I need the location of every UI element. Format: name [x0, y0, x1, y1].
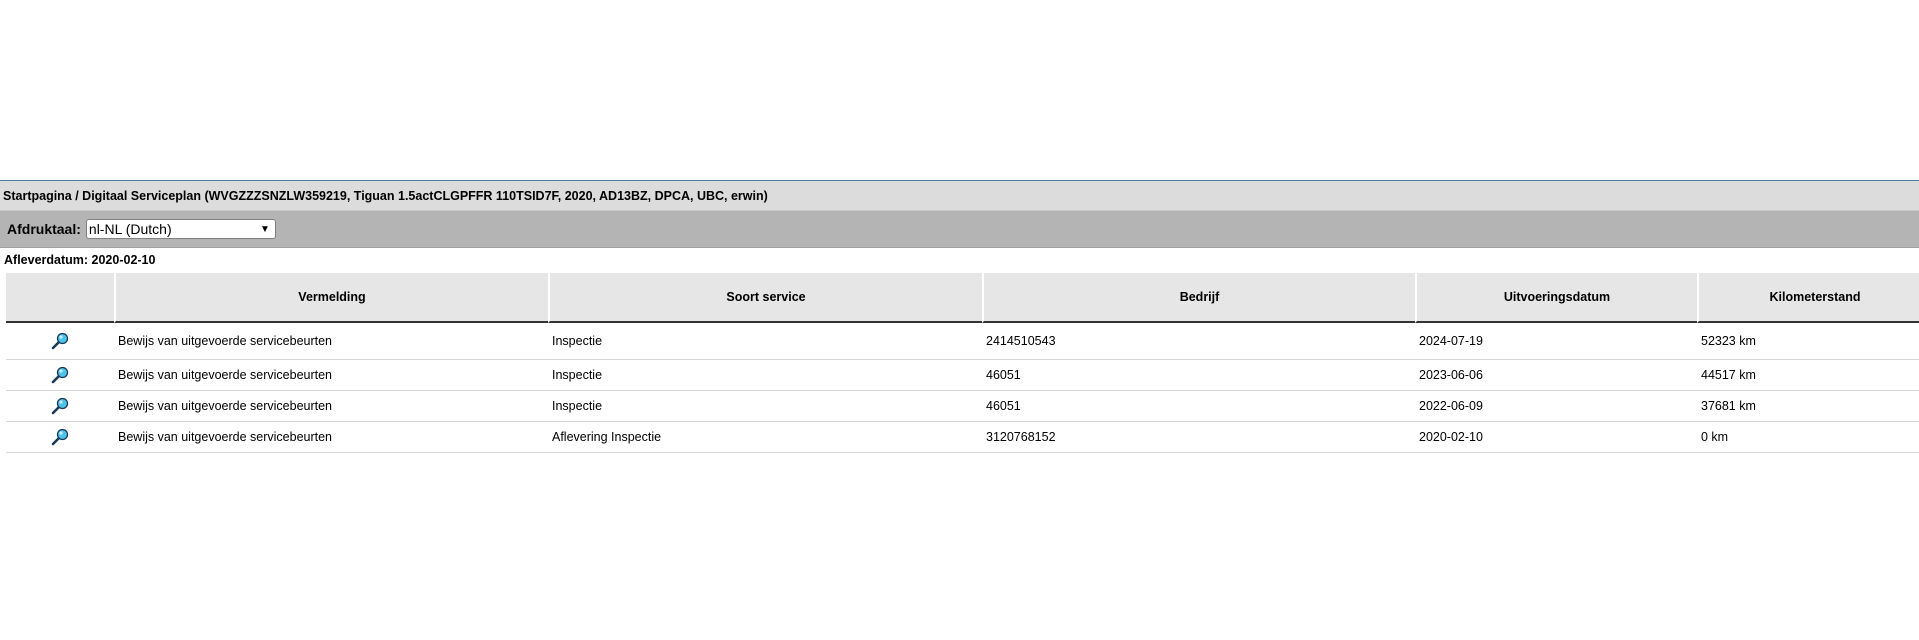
cell-bedrijf: 46051: [982, 360, 1415, 391]
cell-bedrijf: 3120768152: [982, 422, 1415, 453]
service-table: Vermelding Soort service Bedrijf Uitvoer…: [6, 273, 1919, 453]
cell-vermelding: Bewijs van uitgevoerde servicebeurten: [114, 422, 548, 453]
row-view-cell: [6, 422, 114, 453]
blank-top-area: [0, 0, 1919, 180]
cell-soort-service: Inspectie: [548, 360, 982, 391]
row-view-cell: [6, 323, 114, 360]
cell-bedrijf: 46051: [982, 391, 1415, 422]
print-language-bar: Afdruktaal: nl-NL (Dutch) ▼: [0, 211, 1919, 248]
cell-vermelding: Bewijs van uitgevoerde servicebeurten: [114, 360, 548, 391]
cell-kilometerstand: 44517 km: [1697, 360, 1919, 391]
cell-uitvoeringsdatum: 2022-06-09: [1415, 391, 1697, 422]
cell-vermelding: Bewijs van uitgevoerde servicebeurten: [114, 391, 548, 422]
magnifier-icon[interactable]: [50, 331, 70, 351]
cell-soort-service: Inspectie: [548, 391, 982, 422]
row-view-cell: [6, 391, 114, 422]
cell-soort-service: Inspectie: [548, 323, 982, 360]
magnifier-icon[interactable]: [50, 396, 70, 416]
cell-kilometerstand: 0 km: [1697, 422, 1919, 453]
column-header-vermelding[interactable]: Vermelding: [114, 273, 548, 323]
cell-bedrijf: 2414510543: [982, 323, 1415, 360]
chevron-down-icon: ▼: [260, 223, 270, 235]
breadcrumb-text: Startpagina / Digitaal Serviceplan (WVGZ…: [3, 188, 768, 203]
table-header-row: Vermelding Soort service Bedrijf Uitvoer…: [6, 273, 1919, 323]
table-row: Bewijs van uitgevoerde servicebeurten In…: [6, 391, 1919, 422]
column-header-icon: [6, 273, 114, 323]
print-language-label: Afdruktaal:: [7, 221, 81, 237]
breadcrumb: Startpagina / Digitaal Serviceplan (WVGZ…: [0, 180, 1919, 211]
cell-vermelding: Bewijs van uitgevoerde servicebeurten: [114, 323, 548, 360]
magnifier-icon[interactable]: [50, 427, 70, 447]
magnifier-icon[interactable]: [50, 365, 70, 385]
cell-uitvoeringsdatum: 2024-07-19: [1415, 323, 1697, 360]
delivery-date: Afleverdatum: 2020-02-10: [4, 253, 156, 267]
service-table-container: Vermelding Soort service Bedrijf Uitvoer…: [6, 273, 1919, 453]
column-header-uitvoeringsdatum[interactable]: Uitvoeringsdatum: [1415, 273, 1697, 323]
column-header-bedrijf[interactable]: Bedrijf: [982, 273, 1415, 323]
cell-soort-service: Aflevering Inspectie: [548, 422, 982, 453]
table-row: Bewijs van uitgevoerde servicebeurten In…: [6, 323, 1919, 360]
print-language-value: nl-NL (Dutch): [88, 221, 172, 237]
print-language-select[interactable]: nl-NL (Dutch) ▼: [85, 219, 276, 239]
column-header-soort-service[interactable]: Soort service: [548, 273, 982, 323]
row-view-cell: [6, 360, 114, 391]
column-header-kilometerstand[interactable]: Kilometerstand: [1697, 273, 1919, 323]
table-row: Bewijs van uitgevoerde servicebeurten Af…: [6, 422, 1919, 453]
table-row: Bewijs van uitgevoerde servicebeurten In…: [6, 360, 1919, 391]
cell-kilometerstand: 52323 km: [1697, 323, 1919, 360]
cell-kilometerstand: 37681 km: [1697, 391, 1919, 422]
cell-uitvoeringsdatum: 2020-02-10: [1415, 422, 1697, 453]
cell-uitvoeringsdatum: 2023-06-06: [1415, 360, 1697, 391]
